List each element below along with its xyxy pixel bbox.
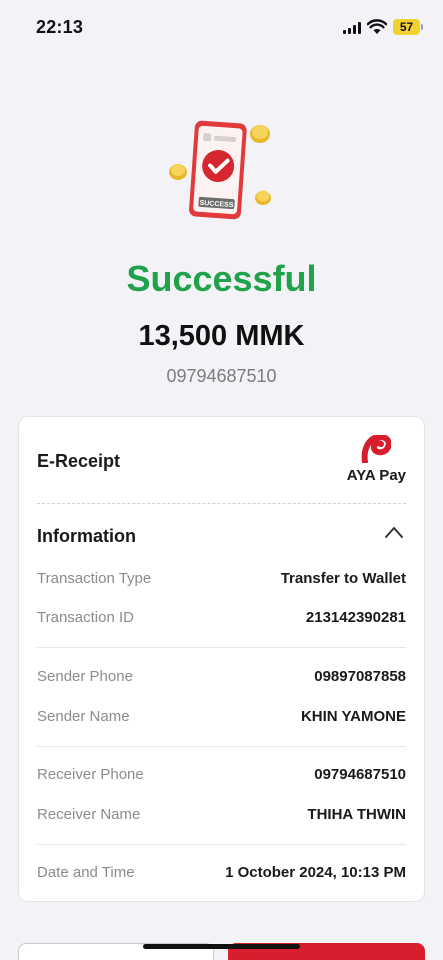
- aya-pay-logo: AYA Pay: [336, 435, 406, 487]
- receipt-screen: 22:13 57 SUCCESS Successful 13,500 MMK 0…: [0, 0, 443, 960]
- row-label: Receiver Name: [37, 806, 141, 823]
- success-phone-illustration: SUCCESS: [169, 120, 271, 220]
- cellular-signal-icon: [343, 22, 361, 34]
- e-receipt-title: E-Receipt: [37, 451, 121, 471]
- row-label: Date and Time: [37, 864, 135, 881]
- aya-pay-icon: [361, 435, 391, 463]
- row-transaction-id: Transaction ID 213142390281: [37, 609, 406, 629]
- information-section-title: Information: [37, 526, 136, 546]
- row-label: Sender Name: [37, 708, 130, 725]
- transaction-amount: 13,500 MMK: [138, 320, 305, 352]
- row-value: 09897087858: [314, 668, 406, 685]
- row-transaction-type: Transaction Type Transfer to Wallet: [37, 570, 406, 590]
- row-receiver-phone: Receiver Phone 09794687510: [37, 766, 406, 786]
- row-divider: [37, 746, 406, 747]
- row-value: 09794687510: [314, 766, 406, 783]
- battery-level: 57: [399, 20, 414, 34]
- row-label: Transaction Type: [37, 570, 152, 587]
- row-sender-name: Sender Name KHIN YAMONE: [37, 708, 406, 728]
- row-value: THIHA THWIN: [307, 806, 406, 823]
- battery-tip: [421, 24, 423, 30]
- row-divider: [37, 647, 406, 648]
- chevron-up-icon[interactable]: [384, 525, 404, 539]
- brand-name: AYA Pay: [346, 467, 406, 484]
- row-label: Transaction ID: [37, 609, 134, 626]
- row-label: Sender Phone: [37, 668, 133, 685]
- row-value: Transfer to Wallet: [280, 570, 406, 587]
- row-receiver-name: Receiver Name THIHA THWIN: [37, 806, 406, 826]
- dashed-divider: [37, 503, 406, 504]
- row-value: KHIN YAMONE: [300, 708, 406, 725]
- row-date-time: Date and Time 1 October 2024, 10:13 PM: [37, 864, 406, 884]
- row-value: 1 October 2024, 10:13 PM: [225, 864, 406, 881]
- wifi-icon: [367, 19, 387, 34]
- recipient-phone: 09794687510: [166, 366, 277, 386]
- row-label: Receiver Phone: [37, 766, 144, 783]
- status-bar: 22:13 57: [0, 0, 443, 56]
- home-indicator: [143, 944, 300, 949]
- e-receipt-card: E-Receipt AYA Pay Information Transactio…: [18, 416, 425, 902]
- status-time: 22:13: [36, 17, 84, 37]
- row-sender-phone: Sender Phone 09897087858: [37, 668, 406, 688]
- success-title: Successful: [126, 258, 317, 299]
- row-value: 213142390281: [305, 609, 406, 626]
- row-divider: [37, 844, 406, 845]
